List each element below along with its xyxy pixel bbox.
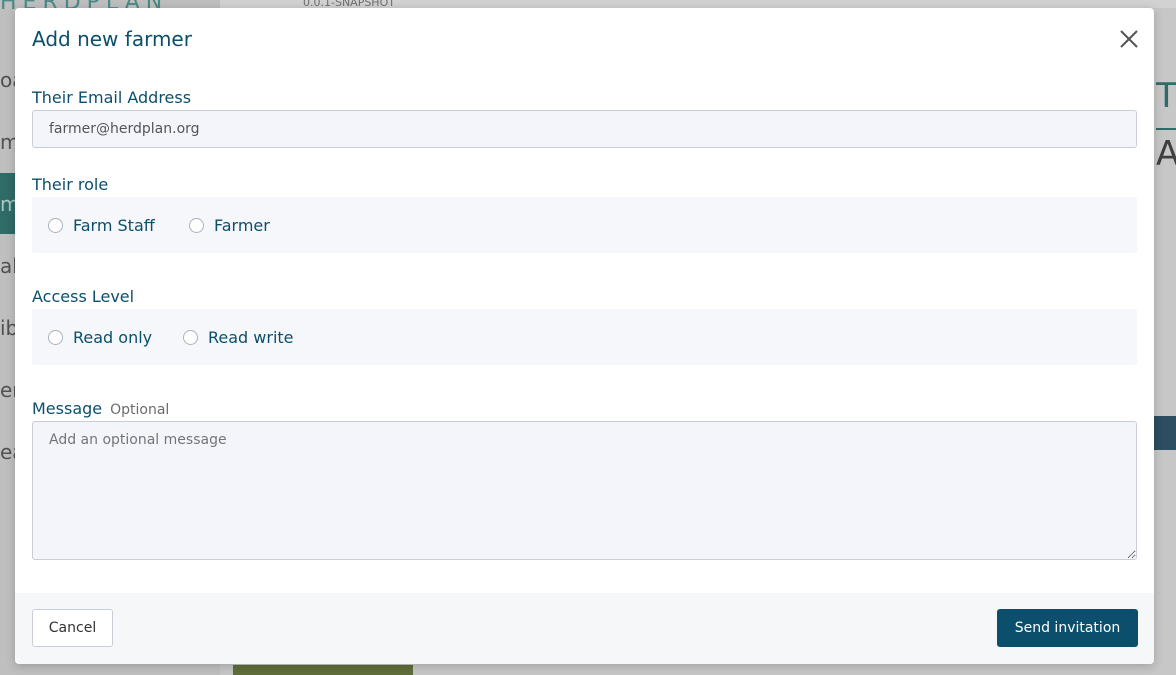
role-option-label: Farmer bbox=[214, 215, 270, 235]
close-icon bbox=[1120, 30, 1138, 48]
email-field[interactable] bbox=[32, 110, 1137, 148]
background-nav-item: er bbox=[0, 378, 15, 402]
role-option-farmer[interactable]: Farmer bbox=[189, 197, 270, 253]
role-label: Their role bbox=[32, 175, 109, 194]
modal-header: Add new farmer bbox=[15, 8, 1154, 70]
background-thumbnail bbox=[233, 665, 413, 675]
radio-circle-icon bbox=[183, 329, 198, 345]
role-option-label: Farm Staff bbox=[73, 215, 155, 235]
background-nav-item: m bbox=[0, 192, 15, 216]
modal-footer: Cancel Send invitation bbox=[15, 593, 1154, 664]
email-label: Their Email Address bbox=[32, 88, 192, 107]
access-option-read-only[interactable]: Read only bbox=[48, 309, 152, 365]
background-nav-item: alt bbox=[0, 254, 15, 278]
close-button[interactable] bbox=[1116, 26, 1142, 52]
background-nav-item: ib bbox=[0, 316, 15, 340]
radio-circle-icon bbox=[48, 217, 63, 233]
access-option-read-write[interactable]: Read write bbox=[183, 309, 294, 365]
send-invitation-button[interactable]: Send invitation bbox=[997, 609, 1138, 647]
background-nav-item: m bbox=[0, 130, 15, 154]
access-label: Access Level bbox=[32, 287, 135, 306]
access-option-label: Read only bbox=[73, 327, 153, 347]
background-band bbox=[1154, 416, 1176, 450]
role-option-farm-staff[interactable]: Farm Staff bbox=[48, 197, 155, 253]
modal-title: Add new farmer bbox=[32, 27, 192, 51]
background-subheading: A bbox=[1156, 134, 1176, 174]
cancel-button[interactable]: Cancel bbox=[32, 609, 113, 647]
role-radio-group: Farm Staff Farmer bbox=[32, 197, 1137, 253]
access-option-label: Read write bbox=[208, 327, 294, 347]
message-textarea[interactable] bbox=[32, 421, 1137, 560]
background-nav-item: oa bbox=[0, 68, 15, 92]
radio-circle-icon bbox=[189, 217, 204, 233]
background-divider bbox=[1156, 128, 1176, 130]
message-label-text: Message bbox=[32, 399, 103, 418]
optional-hint: Optional bbox=[110, 402, 170, 418]
add-farmer-modal: Add new farmer Their Email Address Their… bbox=[15, 8, 1154, 664]
background-nav-item: ea bbox=[0, 440, 15, 464]
message-label: Message Optional bbox=[32, 399, 169, 418]
radio-circle-icon bbox=[48, 329, 63, 345]
access-radio-group: Read only Read write bbox=[32, 309, 1137, 365]
background-heading: T bbox=[1156, 76, 1176, 116]
